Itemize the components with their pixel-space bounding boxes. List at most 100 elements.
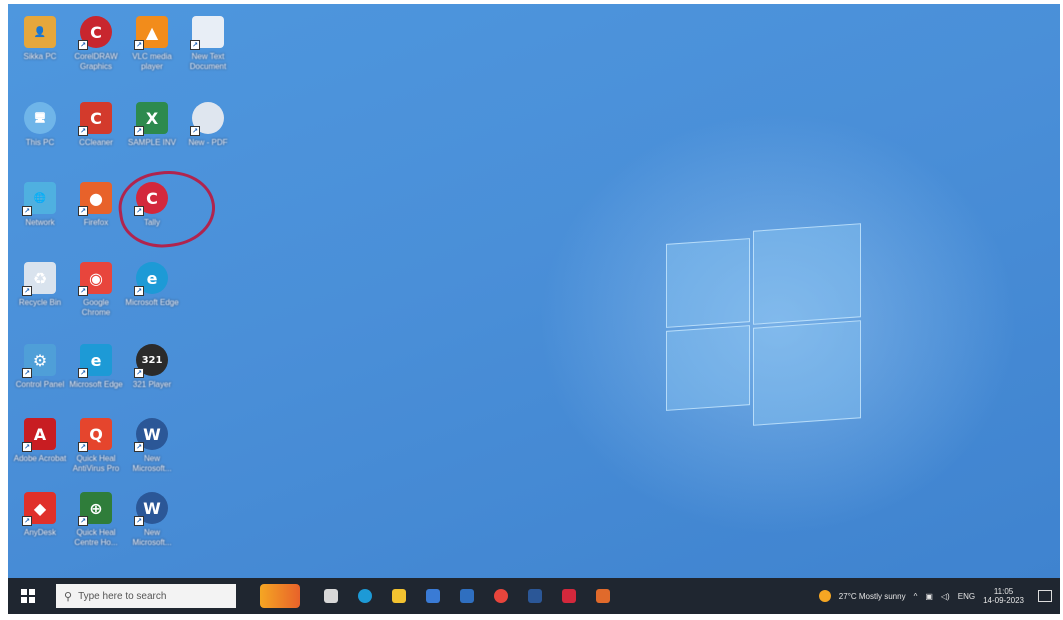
desktop-icon[interactable]: ⊕ ↗ Quick Heal Centre Ho...	[68, 492, 124, 548]
desktop-icon[interactable]: ◉ ↗ Google Chrome	[68, 262, 124, 318]
search-icon: ⚲	[64, 590, 73, 603]
windows-icon	[21, 589, 35, 603]
news-widget-icon[interactable]	[260, 584, 300, 608]
shortcut-arrow-icon: ↗	[22, 206, 32, 216]
desktop-icon-label: AnyDesk	[23, 528, 56, 537]
desktop-icon[interactable]: W ↗ New Microsoft...	[124, 418, 180, 474]
mail-icon[interactable]	[460, 589, 474, 603]
shortcut-arrow-icon: ↗	[78, 368, 88, 378]
notification-icon[interactable]	[1038, 590, 1052, 602]
shortcut-arrow-icon: ↗	[22, 442, 32, 452]
word-icon[interactable]	[528, 589, 542, 603]
search-placeholder: Type here to search	[78, 590, 167, 602]
desktop-icon[interactable]: ▲ ↗ VLC media player	[124, 16, 180, 72]
tally-icon[interactable]	[562, 589, 576, 603]
desktop-icon-glyph: A ↗	[22, 418, 56, 452]
shortcut-arrow-icon: ↗	[78, 206, 88, 216]
desktop-icon-glyph: C ↗	[78, 102, 112, 136]
desktop-icon[interactable]: C ↗ CCleaner	[68, 102, 124, 148]
desktop-icon[interactable]: e ↗ Microsoft Edge	[124, 262, 180, 308]
desktop-icon[interactable]: X ↗ SAMPLE INV	[124, 102, 180, 148]
chevron-up-icon[interactable]: ^	[914, 592, 918, 601]
store-icon[interactable]	[426, 589, 440, 603]
desktop-icon-label: Google Chrome	[81, 298, 111, 317]
edge-icon[interactable]	[358, 589, 372, 603]
windows-logo-pane-4	[753, 320, 861, 426]
desktop-icon-label: Quick Heal Centre Ho...	[74, 528, 118, 547]
shortcut-arrow-icon: ↗	[134, 442, 144, 452]
desktop-icon[interactable]: 321 ↗ 321 Player	[124, 344, 180, 390]
task-view-icon[interactable]	[324, 589, 338, 603]
desktop-icon[interactable]: ♻ ↗ Recycle Bin	[12, 262, 68, 308]
weather-text[interactable]: 27°C Mostly sunny	[839, 592, 906, 601]
desktop-icon[interactable]: W ↗ New Microsoft...	[124, 492, 180, 548]
shortcut-arrow-icon: ↗	[78, 126, 88, 136]
shortcut-arrow-icon: ↗	[22, 286, 32, 296]
desktop-icon-glyph: 321 ↗	[134, 344, 168, 378]
shortcut-arrow-icon: ↗	[78, 442, 88, 452]
language-indicator[interactable]: ENG	[958, 592, 975, 601]
clock[interactable]: 11:05 14-09-2023	[983, 587, 1024, 605]
shortcut-arrow-icon: ↗	[190, 126, 200, 136]
volume-icon[interactable]: ◁)	[941, 592, 950, 601]
shortcut-arrow-icon: ↗	[190, 40, 200, 50]
desktop-icon-glyph: C ↗	[78, 16, 112, 50]
paint-icon[interactable]	[596, 589, 610, 603]
desktop-icon[interactable]: 🖥 This PC	[12, 102, 68, 148]
clock-time: 11:05	[993, 587, 1014, 596]
desktop-icon-label: Microsoft Edge	[125, 298, 179, 307]
desktop-icon-label: Adobe Acrobat	[13, 454, 67, 463]
desktop-icon[interactable]: ↗ New Text Document	[180, 16, 236, 72]
system-tray: 27°C Mostly sunny ^ ▣ ◁) ENG 11:05 14-09…	[818, 587, 1060, 605]
shortcut-arrow-icon: ↗	[134, 40, 144, 50]
desktop-icon-label: CCleaner	[79, 138, 113, 147]
desktop-icon[interactable]: Q ↗ Quick Heal AntiVirus Pro	[68, 418, 124, 474]
shortcut-arrow-icon: ↗	[134, 368, 144, 378]
desktop-icon-label: Quick Heal AntiVirus Pro	[72, 454, 120, 473]
weather-icon[interactable]	[818, 590, 831, 602]
shortcut-arrow-icon: ↗	[22, 516, 32, 526]
desktop: 👤 Sikka PC C ↗ CorelDRAW Graphics ▲ ↗ VLC media…	[8, 4, 1060, 578]
shortcut-arrow-icon: ↗	[134, 516, 144, 526]
desktop-icon[interactable]: ⚙ ↗ Control Panel	[12, 344, 68, 390]
desktop-icon-label: CorelDRAW Graphics	[74, 52, 118, 71]
desktop-icon-label: 321 Player	[132, 380, 172, 389]
taskbar-apps	[314, 589, 620, 603]
desktop-icon[interactable]: ● ↗ Firefox	[68, 182, 124, 228]
desktop-icon-label: Microsoft Edge	[69, 380, 123, 389]
desktop-icon-glyph: ◉ ↗	[78, 262, 112, 296]
chrome-icon[interactable]	[494, 589, 508, 603]
search-box[interactable]: ⚲ Type here to search	[56, 584, 236, 608]
desktop-icon-label: New Text Document	[189, 52, 227, 71]
desktop-icon-label: New Microsoft...	[132, 454, 172, 473]
file-explorer-icon[interactable]	[392, 589, 406, 603]
desktop-icon-label: Sikka PC	[23, 52, 57, 61]
clock-date: 14-09-2023	[983, 596, 1024, 605]
windows-logo-pane-2	[753, 223, 861, 325]
desktop-icon-glyph: ◆ ↗	[22, 492, 56, 526]
desktop-icon-glyph: e ↗	[78, 344, 112, 378]
desktop-icon-label: VLC media player	[132, 52, 172, 71]
desktop-icon[interactable]: 👤 Sikka PC	[12, 16, 68, 62]
desktop-icon-glyph: 🖥	[24, 102, 56, 134]
desktop-icon-label: New - PDF	[188, 138, 228, 147]
desktop-icon-glyph: ⊕ ↗	[78, 492, 112, 526]
start-button[interactable]	[8, 578, 48, 614]
desktop-icon[interactable]: ◆ ↗ AnyDesk	[12, 492, 68, 538]
network-icon[interactable]: ▣	[925, 592, 933, 601]
desktop-icon[interactable]: ↗ New - PDF	[180, 102, 236, 148]
annotation-circle	[114, 164, 220, 254]
shortcut-arrow-icon: ↗	[22, 368, 32, 378]
desktop-icon[interactable]: e ↗ Microsoft Edge	[68, 344, 124, 390]
shortcut-arrow-icon: ↗	[78, 286, 88, 296]
desktop-icon-glyph: X ↗	[134, 102, 168, 136]
desktop-icon-glyph: ↗	[190, 16, 224, 50]
desktop-icon[interactable]: 🌐 ↗ Network	[12, 182, 68, 228]
taskbar: ⚲ Type here to search 27°C Mostly sunny …	[8, 578, 1060, 614]
desktop-icon-label: This PC	[25, 138, 55, 147]
desktop-icon[interactable]: A ↗ Adobe Acrobat	[12, 418, 68, 464]
desktop-icon-label: Network	[25, 218, 55, 227]
desktop-icon[interactable]: C ↗ CorelDRAW Graphics	[68, 16, 124, 72]
desktop-icon-label: New Microsoft...	[132, 528, 172, 547]
desktop-icon-glyph: W ↗	[134, 492, 168, 526]
